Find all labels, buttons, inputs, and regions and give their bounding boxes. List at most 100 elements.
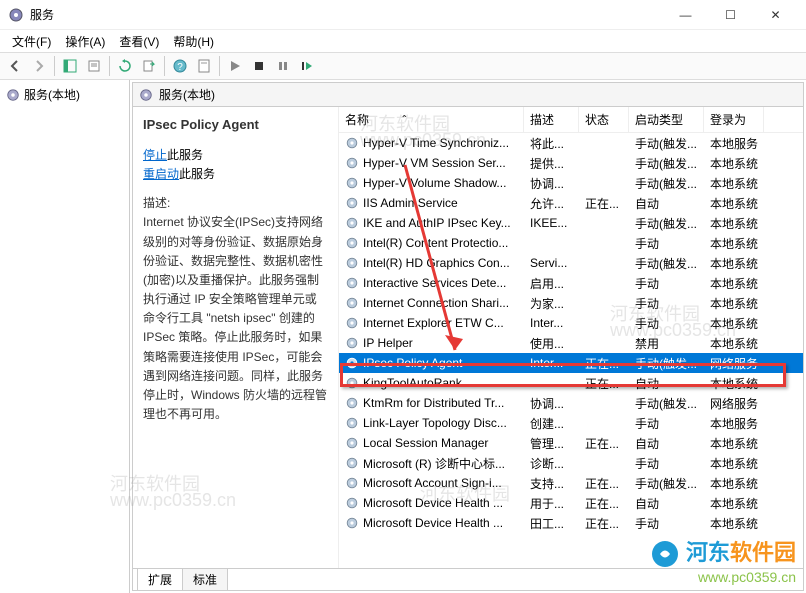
service-startup: 手动(触发...	[629, 215, 704, 232]
service-row[interactable]: Hyper-V Volume Shadow... 协调... 手动(触发... …	[339, 173, 803, 193]
tree-node-services-local[interactable]: 服务(本地)	[4, 84, 125, 105]
service-logon: 本地系统	[704, 375, 764, 392]
service-name: Hyper-V VM Session Ser...	[363, 156, 506, 170]
show-hide-tree-button[interactable]	[59, 55, 81, 77]
services-app-icon	[8, 7, 24, 23]
gear-icon	[345, 356, 359, 370]
service-desc: 创建...	[524, 415, 579, 432]
service-startup: 手动	[629, 275, 704, 292]
service-startup: 手动	[629, 515, 704, 532]
window-title: 服务	[30, 6, 663, 23]
gear-icon	[345, 336, 359, 350]
service-row[interactable]: Hyper-V VM Session Ser... 提供... 手动(触发...…	[339, 153, 803, 173]
service-startup: 手动(触发...	[629, 355, 704, 372]
service-name: Link-Layer Topology Disc...	[363, 416, 507, 430]
service-startup: 手动	[629, 295, 704, 312]
service-row[interactable]: Local Session Manager 管理... 正在... 自动 本地系…	[339, 433, 803, 453]
service-logon: 本地系统	[704, 195, 764, 212]
service-row[interactable]: Internet Connection Shari... 为家... 手动 本地…	[339, 293, 803, 313]
forward-button[interactable]	[28, 55, 50, 77]
service-row[interactable]: KingToolAutoRank 正在... 自动 本地系统	[339, 373, 803, 393]
service-row[interactable]: Hyper-V Time Synchroniz... 将此... 手动(触发..…	[339, 133, 803, 153]
service-name: KingToolAutoRank	[363, 376, 462, 390]
service-desc: Inter...	[524, 356, 579, 370]
service-logon: 网络服务	[704, 355, 764, 372]
column-status[interactable]: 状态	[579, 107, 629, 132]
services-list[interactable]: 名称 ˆ 描述 状态 启动类型 登录为 Hyper-V Time Synchro…	[338, 107, 803, 568]
service-row[interactable]: IKE and AuthIP IPsec Key... IKEE... 手动(触…	[339, 213, 803, 233]
column-desc[interactable]: 描述	[524, 107, 579, 132]
back-button[interactable]	[4, 55, 26, 77]
service-startup: 手动	[629, 315, 704, 332]
service-logon: 本地服务	[704, 415, 764, 432]
tab-standard[interactable]: 标准	[182, 569, 228, 591]
service-row[interactable]: Intel(R) HD Graphics Con... Servi... 手动(…	[339, 253, 803, 273]
service-row[interactable]: IP Helper 使用... 禁用 本地系统	[339, 333, 803, 353]
service-status: 正在...	[579, 435, 629, 452]
restart-service-button[interactable]	[296, 55, 318, 77]
refresh-button[interactable]	[114, 55, 136, 77]
service-status: 正在...	[579, 495, 629, 512]
service-row[interactable]: Internet Explorer ETW C... Inter... 手动 本…	[339, 313, 803, 333]
service-row[interactable]: KtmRm for Distributed Tr... 协调... 手动(触发.…	[339, 393, 803, 413]
service-row[interactable]: Intel(R) Content Protectio... 手动 本地系统	[339, 233, 803, 253]
close-button[interactable]: ✕	[753, 0, 798, 30]
svg-text:?: ?	[177, 62, 183, 73]
pause-service-button[interactable]	[272, 55, 294, 77]
service-logon: 本地系统	[704, 155, 764, 172]
service-row[interactable]: Microsoft Account Sign-i... 支持... 正在... …	[339, 473, 803, 493]
stop-service-button[interactable]	[248, 55, 270, 77]
service-row[interactable]: Link-Layer Topology Disc... 创建... 手动 本地服…	[339, 413, 803, 433]
service-desc: 允许...	[524, 195, 579, 212]
list-header: 名称 ˆ 描述 状态 启动类型 登录为	[339, 107, 803, 133]
service-row[interactable]: IPsec Policy Agent Inter... 正在... 手动(触发.…	[339, 353, 803, 373]
service-desc: Servi...	[524, 256, 579, 270]
column-startup[interactable]: 启动类型	[629, 107, 704, 132]
gear-icon	[345, 396, 359, 410]
service-name: Microsoft Account Sign-i...	[363, 476, 502, 490]
service-row[interactable]: Microsoft Device Health ... 用于... 正在... …	[339, 493, 803, 513]
service-logon: 本地系统	[704, 515, 764, 532]
service-desc: 协调...	[524, 395, 579, 412]
gear-icon	[345, 236, 359, 250]
column-logon[interactable]: 登录为	[704, 107, 764, 132]
service-name: Microsoft Device Health ...	[363, 516, 503, 530]
service-row[interactable]: IIS Admin Service 允许... 正在... 自动 本地系统	[339, 193, 803, 213]
gear-icon	[345, 476, 359, 490]
service-startup: 手动(触发...	[629, 135, 704, 152]
column-name[interactable]: 名称 ˆ	[339, 107, 524, 132]
menu-help[interactable]: 帮助(H)	[167, 31, 220, 52]
service-name: Microsoft (R) 诊断中心标...	[363, 455, 505, 472]
help-button[interactable]: ?	[169, 55, 191, 77]
service-desc: 协调...	[524, 175, 579, 192]
stop-service-link[interactable]: 停止	[143, 148, 167, 162]
menu-view[interactable]: 查看(V)	[113, 31, 165, 52]
menu-action[interactable]: 操作(A)	[59, 31, 111, 52]
service-desc: 用于...	[524, 495, 579, 512]
service-row[interactable]: Interactive Services Dete... 启用... 手动 本地…	[339, 273, 803, 293]
service-startup: 手动(触发...	[629, 155, 704, 172]
properties-button[interactable]	[83, 55, 105, 77]
gear-icon	[345, 496, 359, 510]
service-startup: 手动	[629, 415, 704, 432]
content-area: 服务(本地) 服务(本地) IPsec Policy Agent 停止此服务 重…	[0, 80, 806, 593]
properties-icon[interactable]	[193, 55, 215, 77]
service-status: 正在...	[579, 195, 629, 212]
menu-file[interactable]: 文件(F)	[6, 31, 57, 52]
service-desc: 诊断...	[524, 455, 579, 472]
maximize-button[interactable]: ☐	[708, 0, 753, 30]
service-logon: 本地系统	[704, 335, 764, 352]
service-startup: 自动	[629, 195, 704, 212]
start-service-button[interactable]	[224, 55, 246, 77]
service-row[interactable]: Microsoft (R) 诊断中心标... 诊断... 手动 本地系统	[339, 453, 803, 473]
gear-icon	[139, 88, 153, 102]
minimize-button[interactable]: —	[663, 0, 708, 30]
gear-icon	[345, 176, 359, 190]
service-logon: 本地系统	[704, 435, 764, 452]
restart-service-link[interactable]: 重启动	[143, 167, 179, 181]
gear-icon	[345, 456, 359, 470]
service-row[interactable]: Microsoft Device Health ... 田工... 正在... …	[339, 513, 803, 533]
export-button[interactable]	[138, 55, 160, 77]
tab-extended[interactable]: 扩展	[137, 569, 183, 591]
tree-node-label: 服务(本地)	[24, 86, 80, 103]
